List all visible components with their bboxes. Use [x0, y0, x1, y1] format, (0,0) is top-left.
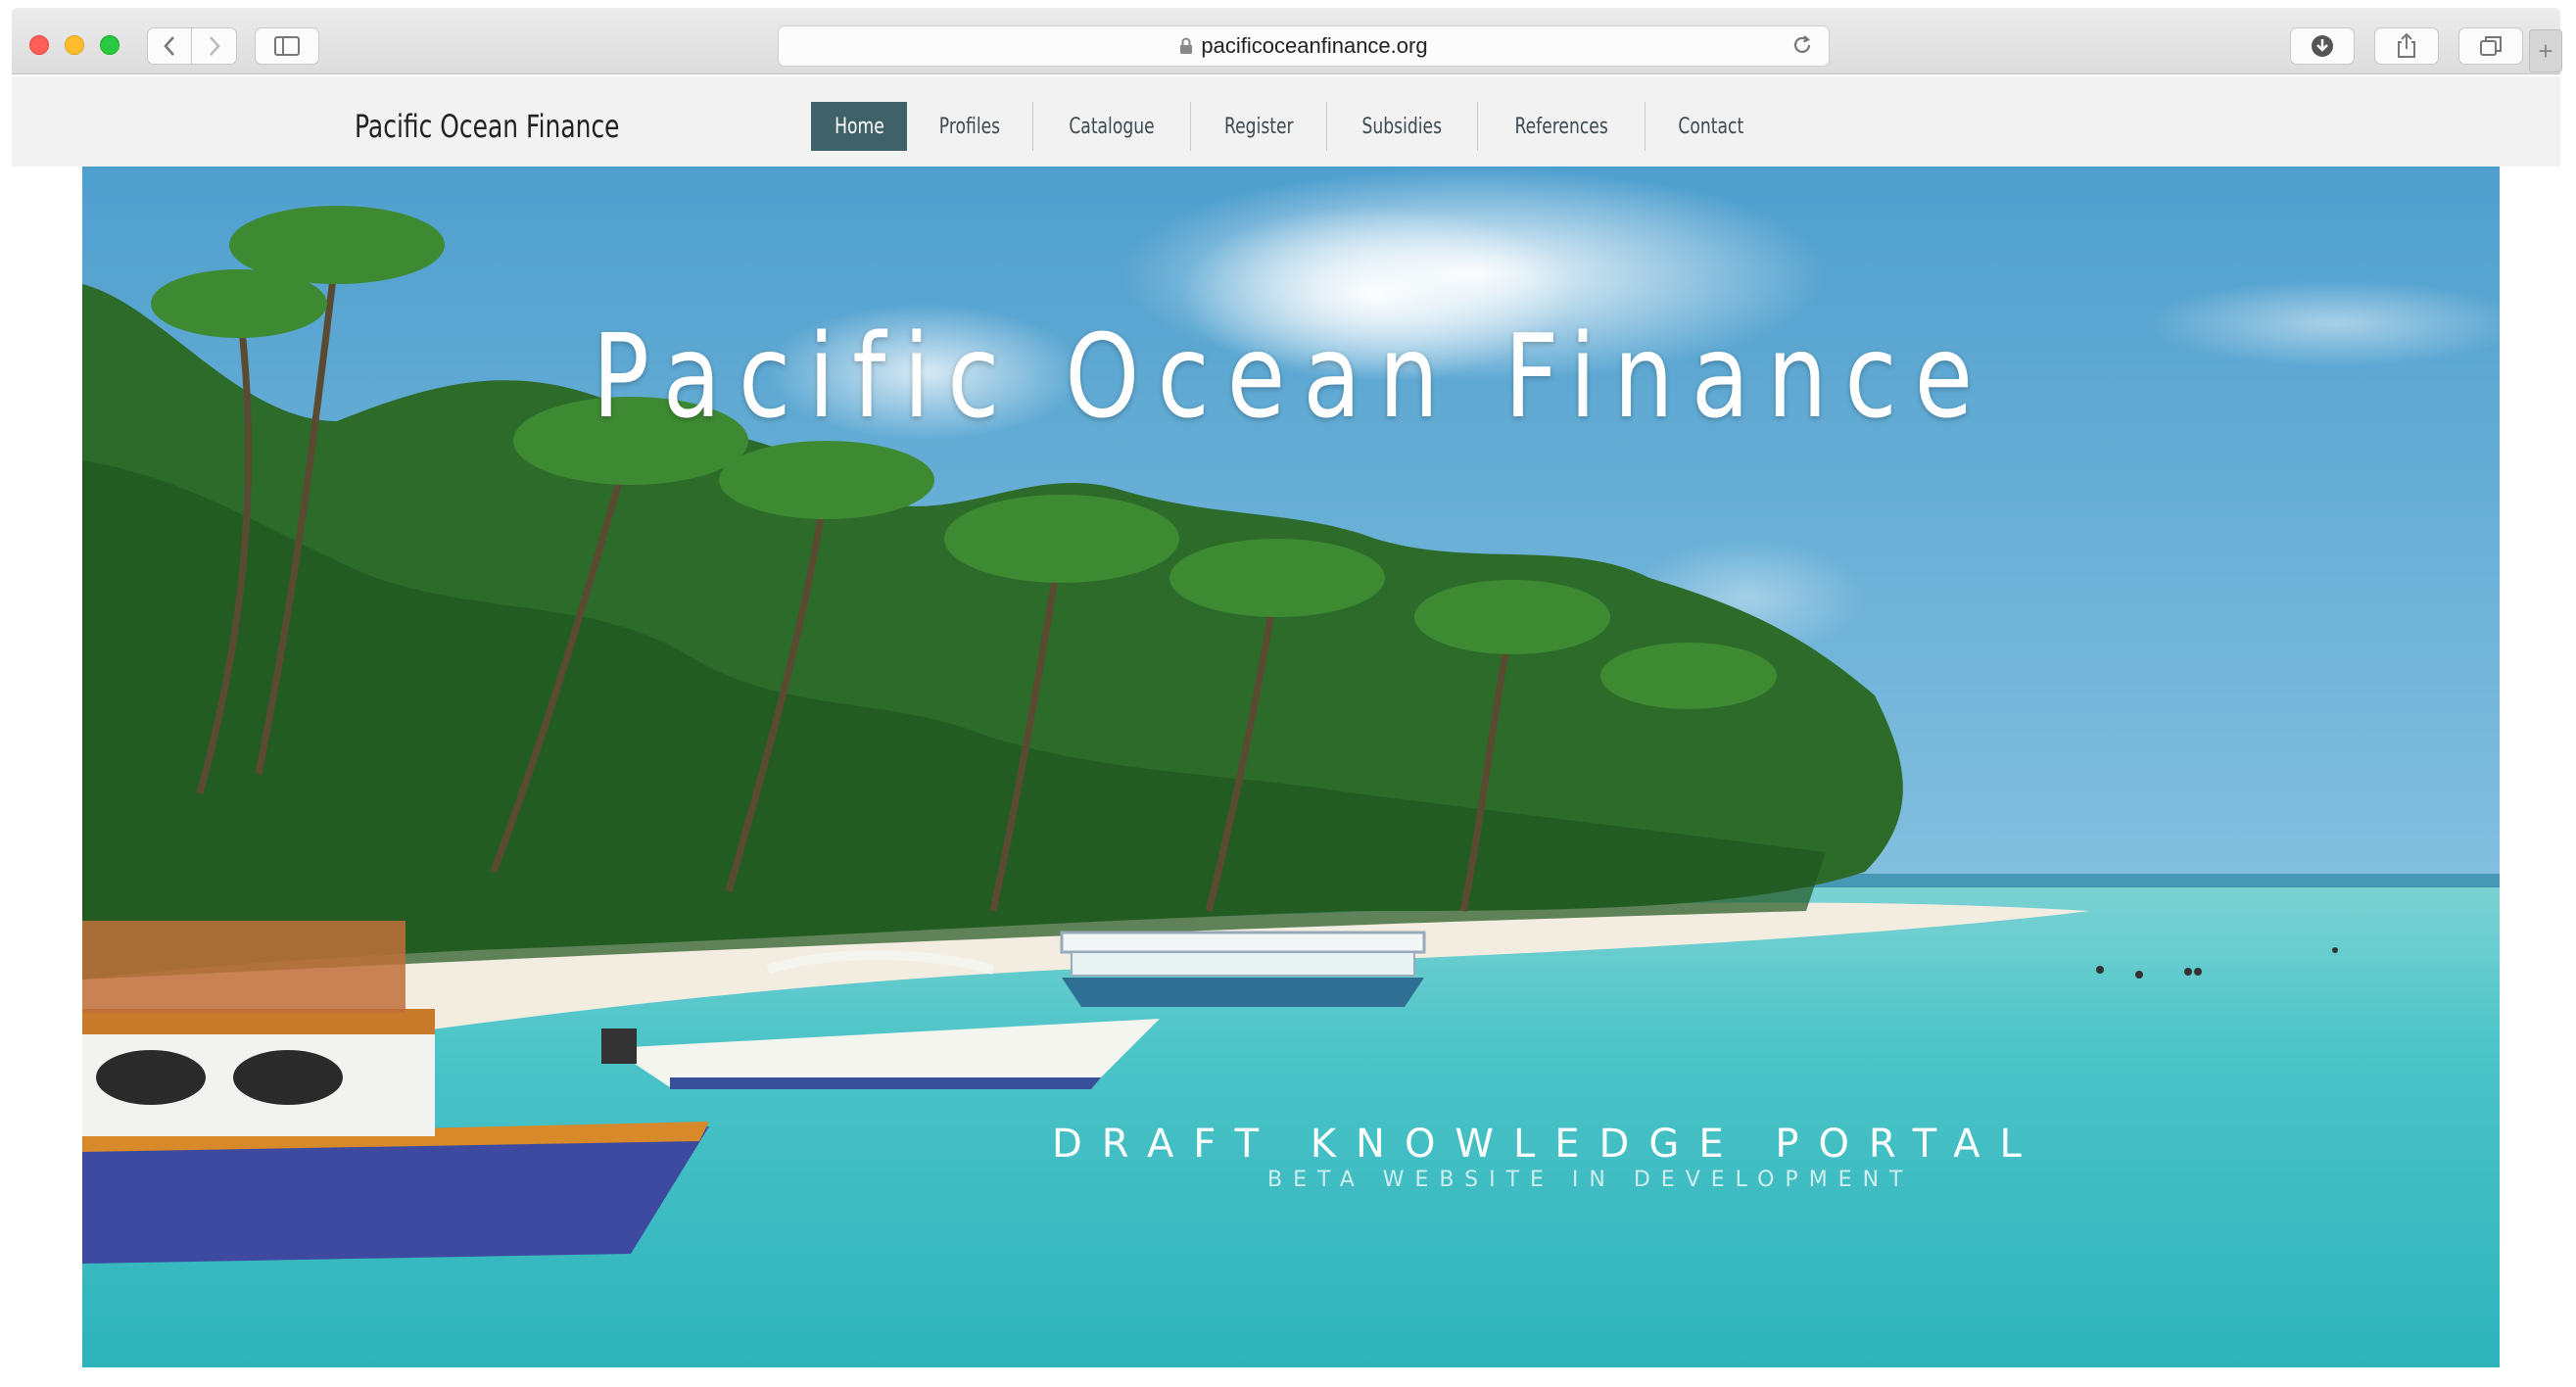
- tab-overview-button[interactable]: [2458, 27, 2523, 65]
- nav-register-label: Register: [1223, 114, 1294, 139]
- hero-title-text: Pacific Ocean Finance: [592, 309, 1990, 444]
- share-icon: [2398, 32, 2415, 58]
- nav-subsidies-label: Subsidies: [1361, 114, 1443, 139]
- nav-home-label: Home: [834, 114, 884, 139]
- window-close-button[interactable]: [29, 35, 49, 55]
- lock-icon: [1180, 37, 1193, 54]
- tabs-icon: [2480, 36, 2502, 56]
- downloads-button[interactable]: [2290, 27, 2355, 65]
- window-zoom-button[interactable]: [100, 35, 119, 55]
- hero-tagline: BETA WEBSITE IN DEVELOPMENT: [1267, 1168, 1914, 1192]
- forward-button[interactable]: [192, 27, 237, 65]
- nav-contact[interactable]: Contact: [1646, 102, 1777, 151]
- hero-title: Pacific Ocean Finance: [82, 309, 2500, 444]
- nav-profiles-label: Profiles: [938, 114, 1001, 139]
- sidebar-toggle-button[interactable]: [255, 27, 319, 65]
- reload-icon[interactable]: [1789, 32, 1815, 58]
- nav-profiles[interactable]: Profiles: [907, 102, 1033, 151]
- main-nav: Home Profiles Catalogue Register Subsidi…: [811, 102, 1777, 151]
- nav-catalogue-label: Catalogue: [1069, 114, 1155, 139]
- pier-boat: [1060, 931, 1426, 1007]
- nav-subsidies[interactable]: Subsidies: [1327, 102, 1478, 151]
- download-icon: [2312, 35, 2333, 57]
- nav-home[interactable]: Home: [811, 102, 907, 151]
- browser-toolbar: pacificoceanfinance.org: [12, 8, 2560, 74]
- nav-register[interactable]: Register: [1191, 102, 1328, 151]
- nav-catalogue[interactable]: Catalogue: [1033, 102, 1191, 151]
- hero-subtitle: DRAFT KNOWLEDGE PORTAL: [1052, 1122, 2041, 1167]
- url-text: pacificoceanfinance.org: [1201, 33, 1428, 58]
- chevron-left-icon: [164, 36, 174, 56]
- nav-references-label: References: [1514, 114, 1608, 139]
- window-minimize-button[interactable]: [65, 35, 84, 55]
- site-brand[interactable]: Pacific Ocean Finance: [355, 108, 620, 145]
- new-tab-button[interactable]: +: [2529, 29, 2562, 72]
- nav-references[interactable]: References: [1478, 102, 1646, 151]
- address-bar[interactable]: pacificoceanfinance.org: [778, 25, 1830, 67]
- back-button[interactable]: [147, 27, 192, 65]
- share-button[interactable]: [2374, 27, 2439, 65]
- horizon: [1796, 874, 2500, 887]
- site-header: Pacific Ocean Finance Home Profiles Cata…: [12, 76, 2560, 167]
- hero-banner: Pacific Ocean Finance DRAFT KNOWLEDGE PO…: [82, 167, 2500, 1367]
- chevron-right-icon: [209, 36, 220, 56]
- nav-contact-label: Contact: [1678, 114, 1744, 139]
- sidebar-icon: [274, 36, 300, 56]
